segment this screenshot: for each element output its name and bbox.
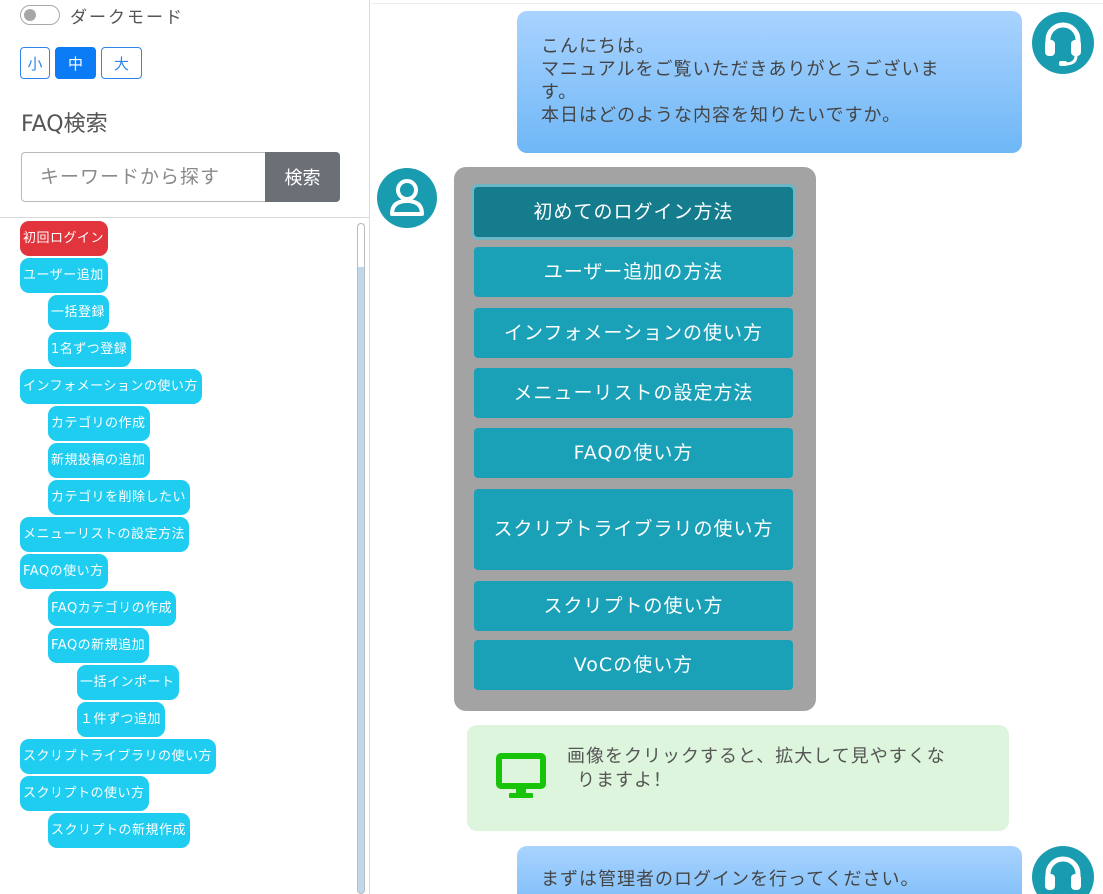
faq-tree-item[interactable]: メニューリストの設定方法 [20, 517, 190, 552]
tip-bubble: 画像をクリックすると、拡大して見やすくな りますよ！ [467, 725, 1009, 831]
font-size-small-button[interactable]: 小 [20, 47, 50, 79]
dark-mode-toggle[interactable] [20, 5, 60, 25]
faq-search-button[interactable]: 検索 [265, 152, 340, 202]
faq-tree-item[interactable]: FAQカテゴリの作成 [48, 591, 177, 626]
faq-tree-item[interactable]: カテゴリを削除したい [48, 480, 191, 515]
sidebar-controls: ダークモード 小 中 大 FAQ検索 検索 [0, 0, 369, 218]
menu-option-button[interactable]: ユーザー追加の方法 [474, 247, 793, 297]
faq-tree-item[interactable]: FAQの新規追加 [48, 628, 150, 663]
faq-search-title: FAQ検索 [21, 112, 108, 137]
faq-tree-item[interactable]: スクリプトの使い方 [20, 776, 149, 811]
dark-mode-row: ダークモード [20, 3, 184, 28]
operator-avatar-icon [1032, 846, 1094, 894]
tip-line: 画像をクリックすると、拡大して見やすくな [567, 746, 946, 767]
faq-tree-item[interactable]: スクリプトの新規作成 [48, 813, 191, 848]
menu-option-button[interactable]: スクリプトライブラリの使い方 [474, 489, 793, 570]
faq-tree-item[interactable]: ユーザー追加 [20, 258, 108, 293]
dark-mode-label: ダークモード [70, 7, 184, 28]
monitor-icon [496, 751, 546, 801]
greeting-line: マニュアルをご覧いただきありがとうございま [541, 59, 940, 80]
greeting-line: す。 [541, 82, 578, 103]
faq-tree-item[interactable]: 一括インポート [77, 665, 179, 700]
menu-options-panel: 初めてのログイン方法 ユーザー追加の方法 インフォメーションの使い方 メニューリストの… [454, 167, 816, 711]
chat-top-divider [371, 3, 1103, 4]
faq-tree-item[interactable]: カテゴリの作成 [48, 406, 150, 441]
menu-option-button[interactable]: VoCの使い方 [474, 640, 793, 690]
menu-option-button[interactable]: スクリプトの使い方 [474, 581, 793, 631]
menu-option-button[interactable]: メニューリストの設定方法 [474, 368, 793, 418]
faq-tree-item[interactable]: 新規投稿の追加 [48, 443, 150, 478]
faq-tree-item[interactable]: １件ずつ追加 [77, 702, 166, 737]
faq-tree: 初回ログイン ユーザー追加 一括登録 1名ずつ登録 インフォメーションの使い方 カテゴリの… [0, 219, 352, 894]
font-size-selector: 小 中 大 [20, 47, 142, 79]
faq-tree-item[interactable]: インフォメーションの使い方 [20, 369, 202, 404]
scrollbar-arrow [357, 223, 365, 267]
app-window: ダークモード 小 中 大 FAQ検索 検索 初回ログインユーザー追加一括登録1名… [0, 0, 1103, 894]
faq-search-bar: 検索 [21, 152, 340, 202]
menu-option-button[interactable]: インフォメーションの使い方 [474, 308, 793, 358]
sidebar: ダークモード 小 中 大 FAQ検索 検索 初回ログインユーザー追加一括登録1名… [0, 0, 370, 894]
bot-reply-bubble: まずは管理者のログインを行ってください。 [517, 846, 1022, 894]
faq-tree-item[interactable]: FAQの使い方 [20, 554, 108, 589]
faq-search-input[interactable] [21, 152, 265, 202]
tip-text: 画像をクリックすると、拡大して見やすくな りますよ！ [567, 745, 997, 793]
operator-avatar-icon [1032, 12, 1094, 74]
chat-panel: こんにちは。 マニュアルをご覧いただきありがとうございま す。 本日はどのような… [371, 0, 1103, 894]
faq-tree-item[interactable]: スクリプトライブラリの使い方 [20, 739, 217, 774]
menu-option-button[interactable]: FAQの使い方 [474, 428, 793, 478]
faq-tree-item[interactable]: 初回ログイン [20, 221, 109, 256]
user-avatar-icon [377, 168, 437, 228]
greeting-line: 本日はどのような内容を知りたいですか。 [541, 105, 902, 126]
faq-tree-item[interactable]: 一括登録 [48, 295, 110, 330]
toggle-knob [24, 9, 36, 21]
faq-tree-item[interactable]: 1名ずつ登録 [48, 332, 132, 367]
menu-option-button[interactable]: 初めてのログイン方法 [474, 187, 793, 237]
bot-greeting-bubble: こんにちは。 マニュアルをご覧いただきありがとうございま す。 本日はどのような… [517, 11, 1022, 153]
reply-text: まずは管理者のログインを行ってください。 [541, 869, 920, 890]
font-size-large-button[interactable]: 大 [101, 47, 142, 79]
font-size-medium-button[interactable]: 中 [55, 47, 96, 79]
tree-scrollbar-thumb[interactable] [357, 223, 365, 894]
tip-line: りますよ！ [577, 770, 672, 791]
greeting-line: こんにちは。 [541, 36, 655, 57]
